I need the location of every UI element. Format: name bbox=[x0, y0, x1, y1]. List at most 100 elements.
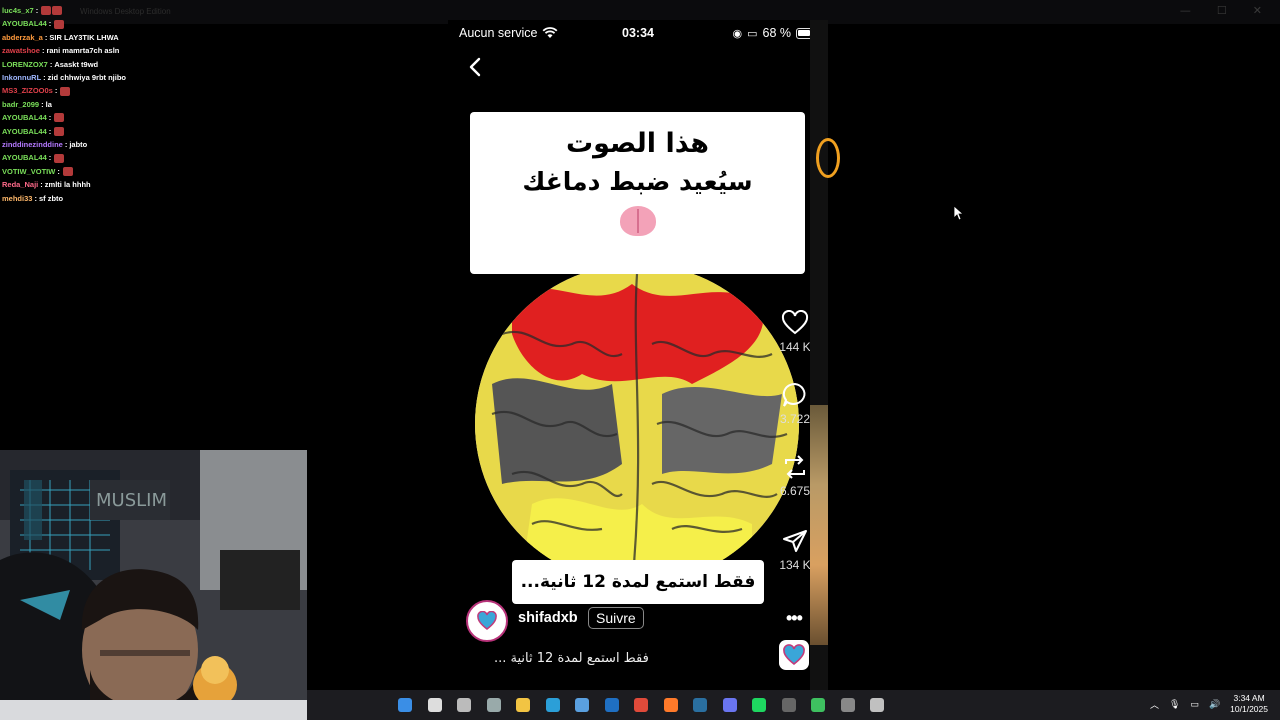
taskbar: ︿ 🎙 ▭ 🔊 3:34 AM 10/1/2025 bbox=[307, 690, 1280, 720]
chat-emote-icon bbox=[54, 126, 65, 136]
carrier-label: Aucun service bbox=[459, 26, 538, 40]
stream-chat: luc4s_x7: AYOUBAL44: abderzak_a: SIR LAY3TI… bbox=[2, 4, 302, 205]
network-icon[interactable]: ▭ bbox=[1190, 699, 1199, 710]
chat-separator: : bbox=[41, 46, 45, 56]
volume-icon[interactable]: 🔊 bbox=[1209, 699, 1220, 710]
chat-separator: : bbox=[43, 73, 46, 83]
steam-icon[interactable] bbox=[690, 695, 710, 715]
chat-message: LORENZOX7: Asaskt t9wd bbox=[2, 58, 302, 71]
username[interactable]: shifadxb bbox=[518, 610, 578, 626]
chat-emote-icon bbox=[54, 153, 65, 163]
author-row: SHIFADXB shifadxb Suivre ••• bbox=[466, 591, 803, 642]
chat-text: jabto bbox=[69, 140, 88, 150]
chat-username[interactable]: zawatshoe bbox=[2, 44, 40, 57]
chat-username[interactable]: zinddinezinddine bbox=[2, 138, 63, 151]
story-ring-icon bbox=[816, 138, 840, 178]
chat-separator: : bbox=[44, 32, 48, 42]
close-icon[interactable]: ✕ bbox=[1253, 4, 1262, 17]
back-chevron-icon[interactable] bbox=[466, 56, 486, 78]
wifi-icon bbox=[542, 27, 558, 38]
minimize-icon[interactable]: — bbox=[1180, 4, 1191, 17]
chat-username[interactable]: MS3_ZIZOO0s bbox=[2, 84, 53, 97]
system-tray: ︿ 🎙 ▭ 🔊 3:34 AM 10/1/2025 bbox=[1150, 693, 1268, 715]
brain-scan-image bbox=[475, 274, 799, 564]
file-explorer-icon[interactable] bbox=[513, 695, 533, 715]
chat-separator: : bbox=[48, 19, 52, 29]
screen-mirror-icon: ▭ bbox=[747, 27, 758, 40]
chat-message: InkonnuRL: zid chhwiya 9rbt njibo bbox=[2, 71, 302, 84]
app-icon[interactable] bbox=[661, 695, 681, 715]
chrome-icon[interactable] bbox=[631, 695, 651, 715]
chat-separator: : bbox=[54, 86, 58, 96]
heart-logo-icon bbox=[783, 644, 805, 666]
system-time: 3:34 AM bbox=[1233, 693, 1265, 703]
more-options-button[interactable]: ••• bbox=[786, 608, 803, 629]
chat-username[interactable]: mehdi33 bbox=[2, 192, 32, 205]
spotify-icon[interactable] bbox=[749, 695, 769, 715]
chat-separator: : bbox=[41, 99, 44, 109]
follow-button[interactable]: Suivre bbox=[588, 607, 644, 629]
chat-separator: : bbox=[64, 140, 68, 150]
next-video-peek bbox=[810, 20, 840, 690]
store-icon[interactable] bbox=[572, 695, 592, 715]
chat-message: zawatshoe: rani mamrta7ch asln bbox=[2, 44, 302, 57]
chat-username[interactable]: InkonnuRL bbox=[2, 71, 41, 84]
chat-separator: : bbox=[48, 153, 52, 163]
comment-count: 3.722 bbox=[779, 412, 811, 426]
chat-message: VOTIW_VOTIW: bbox=[2, 165, 302, 178]
webcam-feed: MUSLIM bbox=[0, 450, 307, 720]
chat-message: luc4s_x7: bbox=[2, 4, 302, 17]
calculator-icon[interactable] bbox=[838, 695, 858, 715]
clock-label: 03:34 bbox=[622, 26, 654, 40]
chat-emote-icon bbox=[54, 19, 65, 29]
caption-line-1: هذا الصوت bbox=[565, 128, 710, 159]
chat-text: zmlti la hhhh bbox=[44, 180, 91, 190]
task-view-icon[interactable] bbox=[454, 695, 474, 715]
chat-message: zinddinezinddine: jabto bbox=[2, 138, 302, 151]
chevron-up-icon[interactable]: ︿ bbox=[1150, 698, 1159, 711]
chat-username[interactable]: luc4s_x7 bbox=[2, 4, 34, 17]
chat-message: Reda_Naji: zmlti la hhhh bbox=[2, 178, 302, 191]
chat-username[interactable]: AYOUBAL44 bbox=[2, 111, 47, 124]
windows-start-icon[interactable] bbox=[395, 695, 415, 715]
repost-count: 6.675 bbox=[779, 484, 811, 498]
chat-username[interactable]: AYOUBAL44 bbox=[2, 17, 47, 30]
obs-icon[interactable] bbox=[779, 695, 799, 715]
video-player[interactable]: هذا الصوت سيُعيد ضبط دماغك فقط استمع لمد… bbox=[470, 112, 810, 672]
edge-icon[interactable] bbox=[543, 695, 563, 715]
chat-text: rani mamrta7ch asln bbox=[46, 46, 120, 56]
chat-separator: : bbox=[49, 59, 53, 69]
chat-username[interactable]: abderzak_a bbox=[2, 31, 43, 44]
search-icon[interactable] bbox=[425, 695, 445, 715]
chat-text: zid chhwiya 9rbt njibo bbox=[47, 73, 127, 83]
sound-app-icon[interactable] bbox=[779, 640, 809, 670]
chat-emote-icon bbox=[41, 6, 52, 16]
chat-separator: : bbox=[34, 193, 37, 203]
repost-icon bbox=[785, 455, 805, 479]
discord-icon[interactable] bbox=[720, 695, 740, 715]
comment-icon bbox=[782, 382, 806, 407]
chat-separator: : bbox=[48, 126, 52, 136]
maximize-icon[interactable]: ☐ bbox=[1217, 4, 1227, 17]
avatar[interactable] bbox=[466, 600, 508, 642]
chat-emote-icon bbox=[54, 113, 65, 123]
system-clock[interactable]: 3:34 AM 10/1/2025 bbox=[1230, 693, 1268, 715]
microphone-icon[interactable]: 🎙 bbox=[1169, 699, 1180, 710]
outlook-icon[interactable] bbox=[602, 695, 622, 715]
video-description[interactable]: فقط استمع لمدة 12 ثانية ... bbox=[494, 651, 649, 666]
status-bar: Aucun service 03:34 ◉ ▭ 68 % bbox=[448, 26, 828, 42]
chat-username[interactable]: AYOUBAL44 bbox=[2, 125, 47, 138]
screen-capture-icon[interactable] bbox=[867, 695, 887, 715]
phone-screen: Aucun service 03:34 ◉ ▭ 68 % هذا الصوت س… bbox=[448, 20, 828, 690]
chat-username[interactable]: AYOUBAL44 bbox=[2, 151, 47, 164]
media-player-icon[interactable] bbox=[808, 695, 828, 715]
share-count: 134 K bbox=[779, 558, 811, 572]
chat-username[interactable]: LORENZOX7 bbox=[2, 58, 48, 71]
chat-username[interactable]: VOTIW_VOTIW bbox=[2, 165, 55, 178]
chat-text: sf zbto bbox=[38, 193, 64, 203]
chat-text: la bbox=[45, 99, 52, 109]
chat-username[interactable]: Reda_Naji bbox=[2, 178, 38, 191]
chat-username[interactable]: badr_2099 bbox=[2, 98, 39, 111]
chat-message: abderzak_a: SIR LAY3TIK LHWA bbox=[2, 31, 302, 44]
settings-icon[interactable] bbox=[484, 695, 504, 715]
